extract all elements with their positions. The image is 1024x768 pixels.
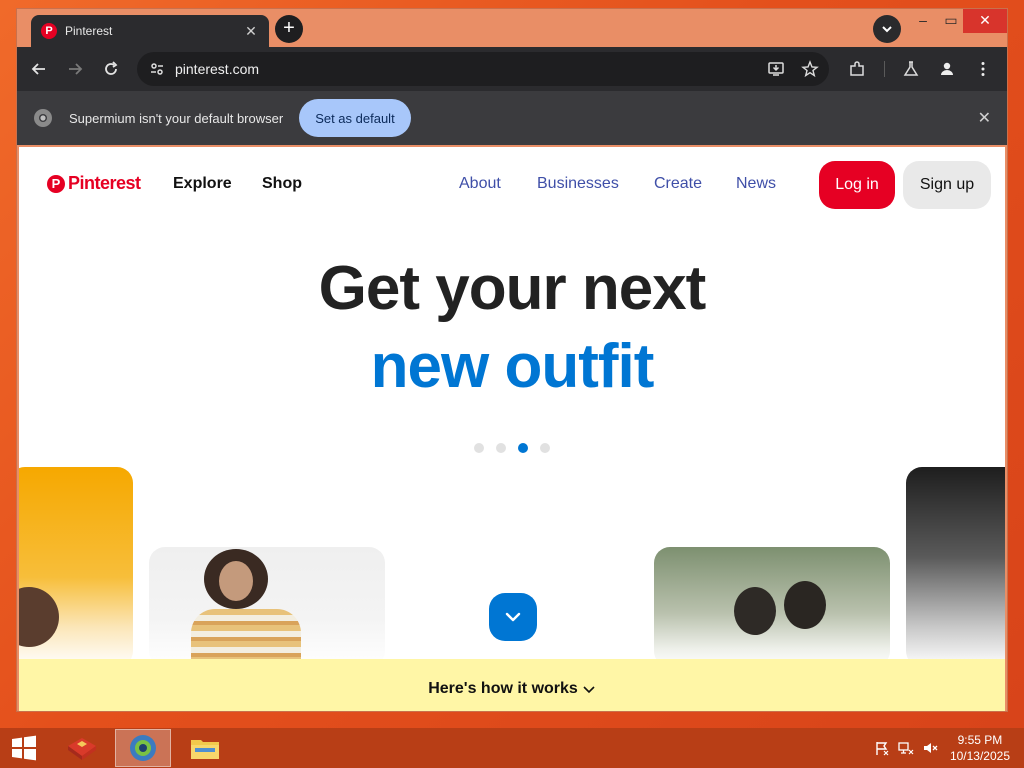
taskbar-app-browser[interactable] <box>115 729 171 767</box>
browser-window: P Pinterest ✕ + – ▭ ✕ pinterest.com Supe… <box>16 8 1008 712</box>
address-bar[interactable]: pinterest.com <box>137 52 829 86</box>
pin-image-card[interactable] <box>654 547 890 667</box>
title-bar: P Pinterest ✕ + – ▭ ✕ <box>17 9 1007 47</box>
install-app-icon[interactable] <box>761 54 791 84</box>
folder-icon <box>191 740 219 759</box>
site-info-icon[interactable] <box>149 61 169 77</box>
infobar-message: Supermium isn't your default browser <box>69 110 284 126</box>
windows-logo-icon <box>12 735 36 761</box>
labs-flask-icon[interactable] <box>897 55 925 83</box>
login-button[interactable]: Log in <box>819 161 895 209</box>
back-button[interactable] <box>25 55 53 83</box>
news-link[interactable]: News <box>736 175 776 193</box>
shop-link[interactable]: Shop <box>262 175 302 193</box>
browser-toolbar: pinterest.com <box>17 47 1007 91</box>
create-link[interactable]: Create <box>654 175 702 193</box>
new-tab-button[interactable]: + <box>275 15 303 43</box>
tab-search-button[interactable] <box>873 15 901 43</box>
set-as-default-button[interactable]: Set as default <box>299 99 411 137</box>
explore-link[interactable]: Explore <box>173 175 232 193</box>
system-clock[interactable]: 9:55 PM 10/13/2025 <box>950 732 1010 764</box>
bookmark-star-icon[interactable] <box>795 54 825 84</box>
carousel-dots <box>474 443 550 453</box>
tab-title: Pinterest <box>65 24 113 38</box>
face-photo <box>219 561 253 601</box>
businesses-link[interactable]: Businesses <box>537 175 619 193</box>
browser-app-icon <box>130 735 156 761</box>
carousel-dot-active[interactable] <box>518 443 528 453</box>
url-text: pinterest.com <box>175 61 260 77</box>
person-photo <box>784 581 826 629</box>
close-window-button[interactable]: ✕ <box>963 9 1007 33</box>
browser-logo-icon <box>34 109 52 127</box>
clock-time: 9:55 PM <box>957 733 1003 747</box>
carousel-dot[interactable] <box>496 443 506 453</box>
hero-heading: Get your next <box>318 254 707 323</box>
hero-subheading: new outfit <box>370 332 655 401</box>
person-photo <box>19 587 59 647</box>
menu-kebab-icon[interactable] <box>969 55 997 83</box>
tab-close-icon[interactable]: ✕ <box>243 23 259 40</box>
how-it-works-bar[interactable]: Here's how it works <box>19 659 1005 711</box>
taskbar-app-game[interactable] <box>54 729 110 767</box>
profile-icon[interactable] <box>933 55 961 83</box>
tab-pinterest[interactable]: P Pinterest ✕ <box>31 15 269 47</box>
carousel-dot[interactable] <box>474 443 484 453</box>
arrow-right-icon <box>69 63 83 75</box>
toolbar-separator <box>884 61 885 77</box>
reload-icon <box>105 61 118 75</box>
how-it-works-label: Here's how it works <box>428 680 578 697</box>
person-photo <box>734 587 776 635</box>
page-viewport: P Pinterest Explore Shop About Businesse… <box>19 147 1005 711</box>
forward-button[interactable] <box>61 55 89 83</box>
pinterest-header: P Pinterest Explore Shop About Businesse… <box>19 147 1005 223</box>
pinterest-favicon-icon: P <box>41 23 57 39</box>
chevron-down-icon <box>882 26 892 33</box>
default-browser-infobar: Supermium isn't your default browser Set… <box>17 91 1007 145</box>
arrow-left-icon <box>31 63 45 75</box>
extensions-icon[interactable] <box>843 55 871 83</box>
pinterest-logo-text: Pinterest <box>68 173 141 193</box>
volume-muted-icon[interactable] <box>922 740 938 756</box>
about-link[interactable]: About <box>459 175 501 193</box>
pin-image-card[interactable] <box>19 467 133 667</box>
clock-date: 10/13/2025 <box>949 749 1010 763</box>
pinterest-logo[interactable]: P Pinterest <box>47 173 141 194</box>
taskbar: 9:55 PM 10/13/2025 <box>0 728 1024 768</box>
carousel-dot[interactable] <box>540 443 550 453</box>
action-center-flag-icon[interactable] <box>874 740 890 756</box>
pinterest-logo-icon: P <box>47 174 65 193</box>
pin-image-card[interactable] <box>906 467 1005 667</box>
taskbar-app-file-explorer[interactable] <box>177 729 233 767</box>
scroll-down-button[interactable] <box>489 593 537 641</box>
infobar-close-icon[interactable]: ✕ <box>978 108 991 128</box>
signup-button[interactable]: Sign up <box>903 161 991 209</box>
chevron-down-icon <box>505 612 521 622</box>
pin-image-card[interactable] <box>149 547 385 667</box>
network-icon[interactable] <box>898 740 914 756</box>
reload-button[interactable] <box>97 55 125 83</box>
chevron-down-icon <box>582 682 596 696</box>
game-app-icon <box>68 738 96 760</box>
start-button[interactable] <box>6 734 42 762</box>
